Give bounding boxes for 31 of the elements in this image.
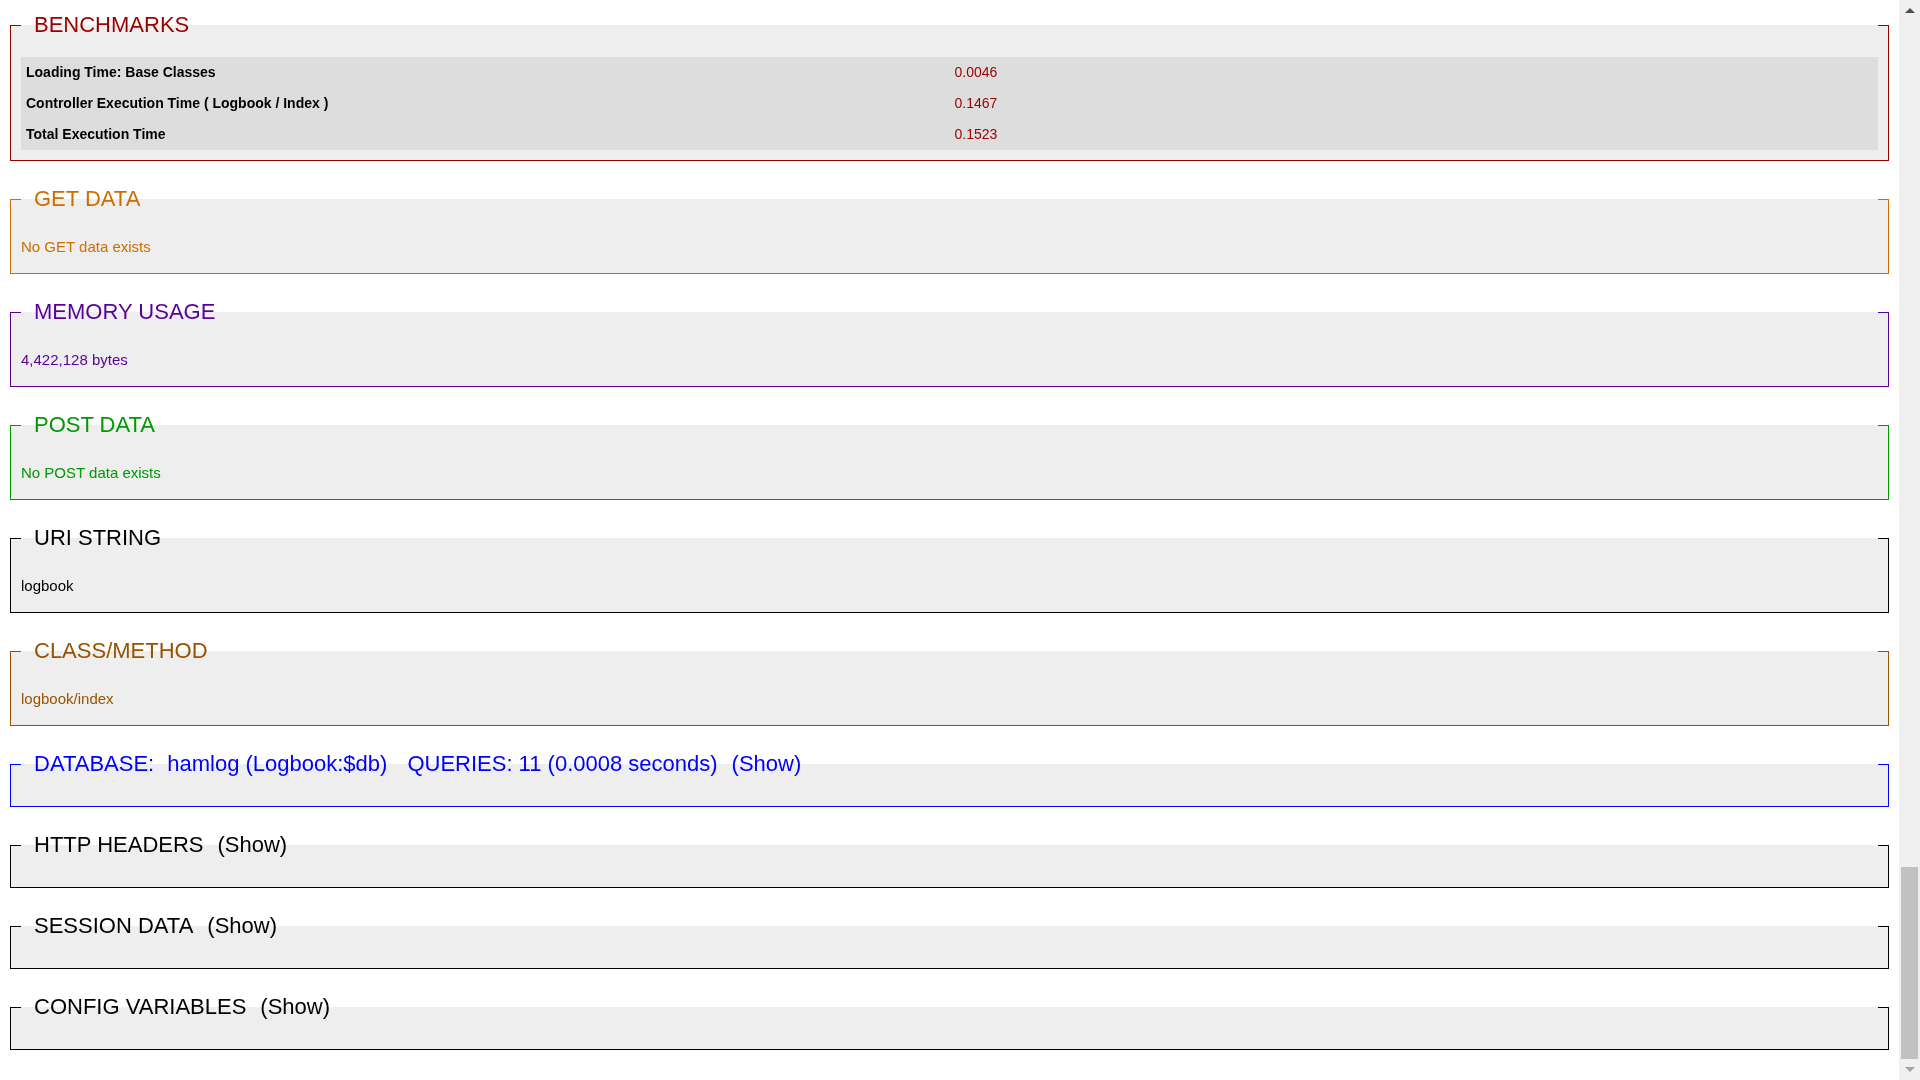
- table-cell: Loading Time: Base Classes: [21, 57, 950, 88]
- section-title: HTTP HEADERS: [34, 832, 204, 857]
- down-triangle-icon[interactable]: [1904, 1067, 1915, 1072]
- section-text: logbook: [21, 577, 74, 594]
- show-link[interactable]: (Show): [207, 913, 277, 938]
- section-title: MEMORY USAGE: [34, 299, 216, 324]
- scrollbar[interactable]: [1899, 0, 1920, 1080]
- section-title: DATABASE:: [34, 751, 155, 776]
- show-link[interactable]: (Show): [260, 994, 330, 1019]
- show-link[interactable]: (Show): [217, 832, 288, 857]
- table-cell: 0.1523: [949, 119, 1878, 150]
- section-detail: hamlog (Logbook:$db): [167, 751, 388, 776]
- section-text: 4,422,128 bytes: [21, 351, 128, 368]
- section-title: CONFIG VARIABLES: [34, 994, 247, 1019]
- section-detail: QUERIES: 11 (0.0008 seconds): [407, 751, 718, 776]
- section-title: URI STRING: [34, 525, 162, 550]
- section-title: SESSION DATA: [34, 913, 194, 938]
- section-title: CLASS/METHOD: [34, 638, 208, 663]
- table-cell: Controller Execution Time ( Logbook / Index ): [21, 88, 950, 119]
- section-title: POST DATA: [34, 412, 156, 437]
- scrollbar-thumb[interactable]: [1901, 867, 1918, 1059]
- section-text: No POST data exists: [21, 464, 161, 481]
- show-link[interactable]: (Show): [731, 751, 802, 776]
- section-text: logbook/index: [21, 690, 114, 707]
- section-title: GET DATA: [34, 186, 141, 211]
- table-cell: 0.1467: [949, 88, 1878, 119]
- section-title: BENCHMARKS: [34, 12, 190, 37]
- table-cell: 0.0046: [949, 57, 1878, 88]
- section-text: No GET data exists: [21, 238, 151, 255]
- up-triangle-icon[interactable]: [1904, 8, 1915, 13]
- table-cell: Total Execution Time: [21, 119, 950, 150]
